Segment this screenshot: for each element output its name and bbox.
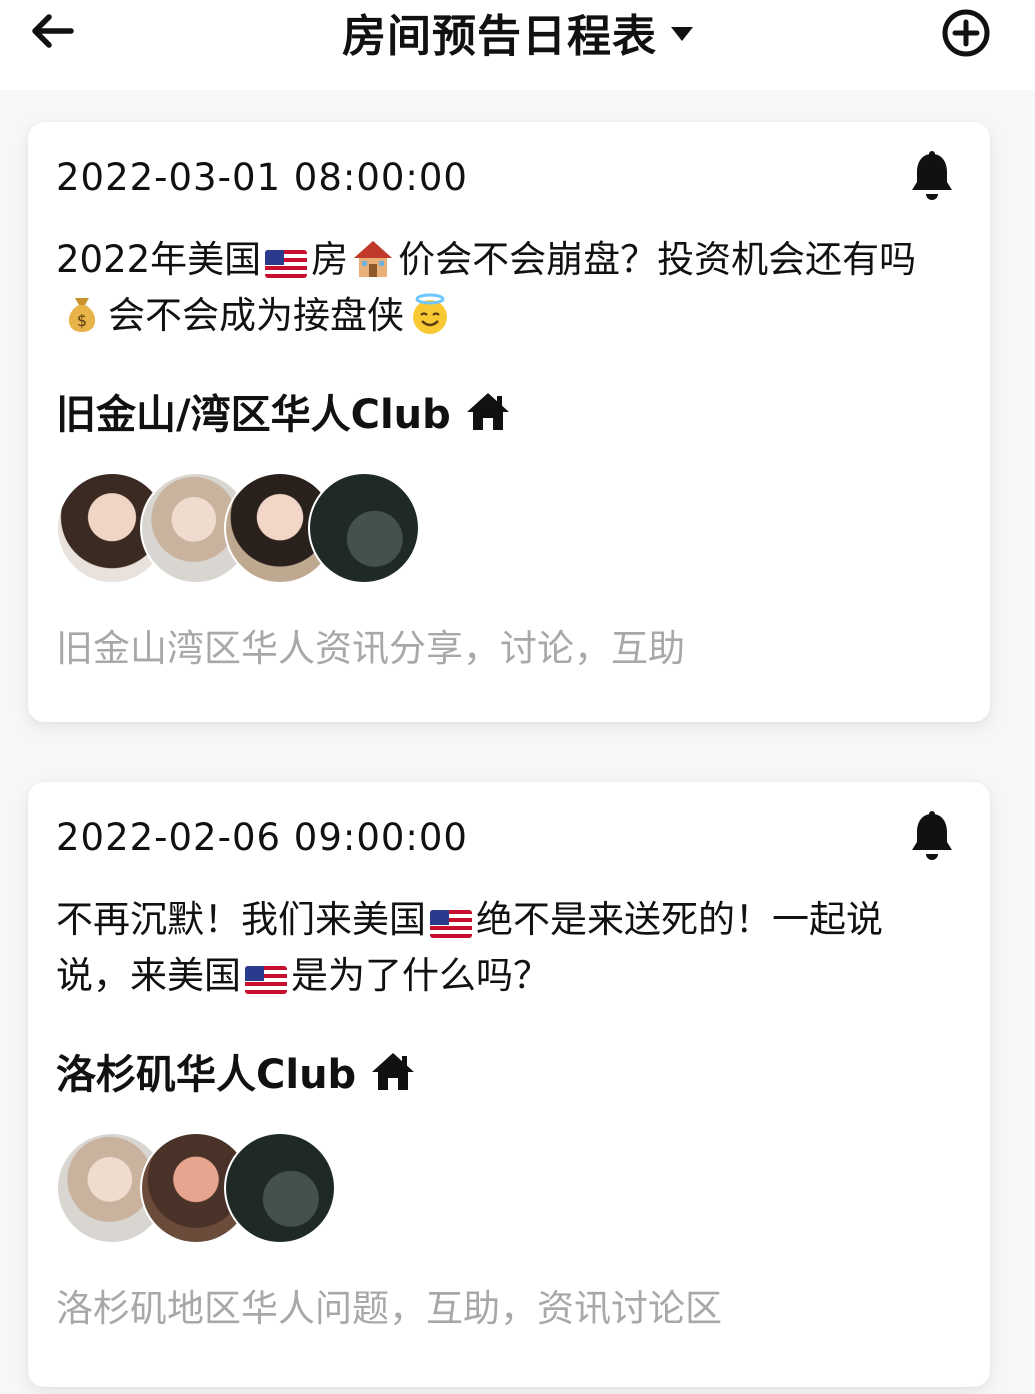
club-description: 旧金山湾区华人资讯分享，讨论，互助 — [56, 627, 685, 670]
house-emoji — [354, 241, 393, 277]
us-flag-emoji — [430, 910, 472, 938]
event-card[interactable]: 2022-02-06 09:00:00 不再沉默！我们来美国 绝不是来送死的！一起… — [28, 782, 990, 1387]
avatar[interactable] — [308, 472, 420, 584]
bell-icon[interactable] — [908, 810, 956, 862]
event-card[interactable]: 2022-03-01 08:00:00 2022年美国房价会不会崩盘？投资机会还… — [28, 122, 990, 722]
club-name: 旧金山/湾区华人Club — [56, 392, 451, 438]
svg-text:$: $ — [77, 311, 87, 330]
event-time: 2022-02-06 09:00:00 — [56, 816, 468, 859]
smiling-face-with-halo-emoji — [413, 293, 447, 334]
club-description: 洛杉矶地区华人问题，互助，资讯讨论区 — [56, 1287, 722, 1330]
event-description: 2022年美国房价会不会崩盘？投资机会还有吗 $ 会不会成为接盘侠 — [56, 238, 917, 337]
plus-circle-icon — [942, 9, 990, 57]
chevron-down-icon — [671, 27, 693, 41]
club-link[interactable]: 洛杉矶华人Club — [56, 1042, 416, 1100]
club-link[interactable]: 旧金山/湾区华人Club — [56, 382, 511, 440]
event-description: 不再沉默！我们来美国 绝不是来送死的！一起说说，来美国 是为了什么吗？ — [56, 898, 883, 997]
bell-icon[interactable] — [908, 150, 956, 202]
house-icon — [466, 393, 509, 430]
house-icon — [372, 1053, 415, 1090]
add-event-button[interactable] — [941, 8, 991, 58]
money-bag-emoji: $ — [68, 298, 96, 332]
us-flag-emoji — [265, 250, 308, 278]
top-bar: 房间预告日程表 — [0, 0, 1035, 90]
title-dropdown[interactable]: 房间预告日程表 — [0, 2, 1035, 62]
event-time: 2022-03-01 08:00:00 — [56, 156, 468, 199]
avatar[interactable] — [224, 1132, 336, 1244]
page-title: 房间预告日程表 — [342, 11, 657, 62]
club-name: 洛杉矶华人Club — [56, 1052, 357, 1098]
us-flag-emoji — [245, 966, 287, 994]
